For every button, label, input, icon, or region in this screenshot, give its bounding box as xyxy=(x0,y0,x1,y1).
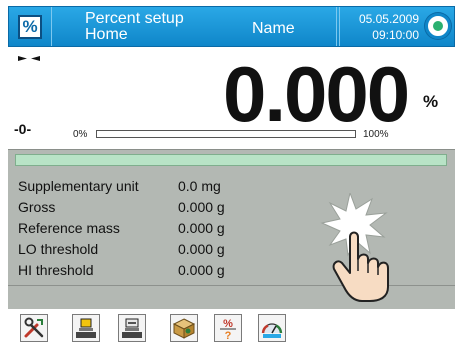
header-bar: % Percent setup Home Name 05.05.2009 09:… xyxy=(8,6,455,47)
weight-value: 0.000 xyxy=(223,50,410,138)
checkweigher-gauge-glyph xyxy=(261,323,283,338)
percent-mode-icon[interactable]: % xyxy=(18,15,42,39)
info-row: Supplementary unit 0.0 mg xyxy=(18,178,221,194)
header-divider xyxy=(336,7,337,46)
scale-tare-glyph xyxy=(76,318,96,338)
info-value: 0.0 mg xyxy=(178,178,221,194)
percent-question-glyph: % ? xyxy=(220,318,236,340)
info-label: Gross xyxy=(18,199,56,215)
touch-hand-icon xyxy=(320,193,389,302)
target-icon[interactable] xyxy=(425,13,451,39)
info-row: HI threshold 0.000 g xyxy=(18,262,225,278)
bargraph xyxy=(96,130,356,138)
mode-title: Percent setup xyxy=(85,10,184,27)
bottom-toolbar: % ? xyxy=(8,310,455,349)
stability-marker-icon xyxy=(18,56,40,61)
info-label: HI threshold xyxy=(18,262,94,278)
info-value: 0.000 g xyxy=(178,199,225,215)
scale-tare-icon[interactable] xyxy=(72,314,100,342)
tools-glyph xyxy=(24,317,44,338)
status-bar xyxy=(15,154,447,166)
target-dot xyxy=(433,21,443,31)
info-panel[interactable]: Supplementary unit 0.0 mg Gross 0.000 g Re… xyxy=(8,149,455,309)
zero-indicator: -0- xyxy=(14,121,32,137)
package-icon[interactable] xyxy=(170,314,198,342)
scale-reference-glyph xyxy=(122,318,142,338)
package-glyph xyxy=(172,318,196,339)
bargraph-min-label: 0% xyxy=(73,129,88,140)
info-label: Reference mass xyxy=(18,220,120,236)
header-divider xyxy=(339,7,340,46)
date-display: 05.05.2009 xyxy=(358,12,419,26)
info-label: LO threshold xyxy=(18,241,99,257)
user-name[interactable]: Name xyxy=(252,20,295,38)
info-row: LO threshold 0.000 g xyxy=(18,241,225,257)
svg-text:?: ? xyxy=(225,330,232,340)
info-label: Supplementary unit xyxy=(18,178,139,194)
tools-icon[interactable] xyxy=(20,314,48,342)
header-divider xyxy=(51,7,52,46)
terminal-screen: % Percent setup Home Name 05.05.2009 09:… xyxy=(0,0,457,349)
percent-question-icon[interactable]: % ? xyxy=(214,314,242,342)
info-value: 0.000 g xyxy=(178,241,225,257)
info-row: Gross 0.000 g xyxy=(18,199,225,215)
weight-unit[interactable]: % xyxy=(423,92,438,112)
info-row: Reference mass 0.000 g xyxy=(18,220,225,236)
weighing-display[interactable]: -0- 0.000 % 0% 100% xyxy=(8,48,455,148)
time-display: 09:10:00 xyxy=(372,28,419,42)
info-value: 0.000 g xyxy=(178,220,225,236)
scale-reference-icon[interactable] xyxy=(118,314,146,342)
bargraph-max-label: 100% xyxy=(363,129,389,140)
svg-text:%: % xyxy=(223,318,233,330)
info-value: 0.000 g xyxy=(178,262,225,278)
checkweigher-gauge-icon[interactable] xyxy=(258,314,286,342)
mode-subtitle: Home xyxy=(85,26,128,43)
